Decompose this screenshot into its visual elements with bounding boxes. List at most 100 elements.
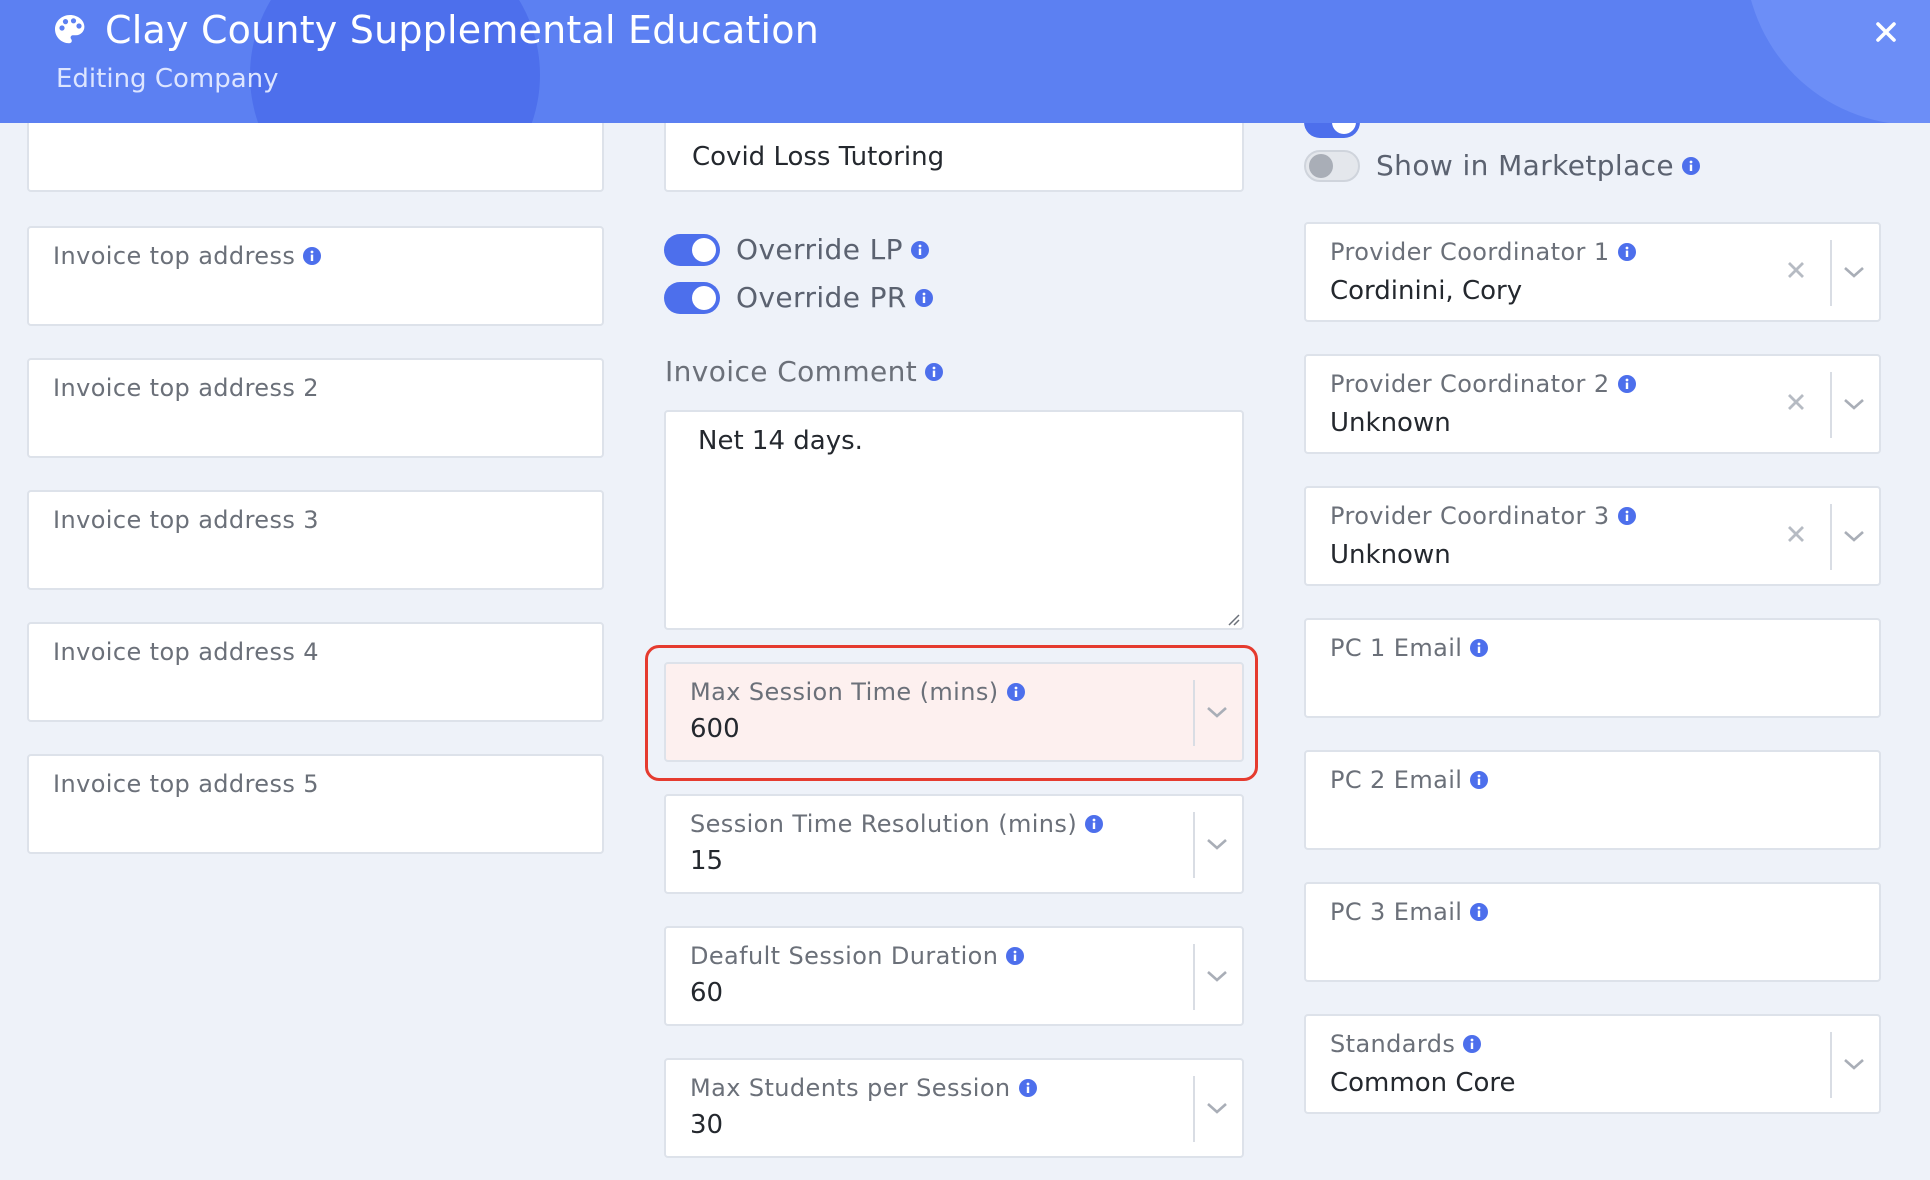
chevron-down-icon[interactable] (1841, 1054, 1867, 1074)
field-label-text: Deafult Session Duration (690, 942, 999, 970)
field-label: Invoice top address 4 (53, 638, 319, 666)
field-label: Provider Coordinator 2 (1330, 370, 1636, 398)
field-value: Unknown (1330, 540, 1451, 570)
toggle-label-text: Override PR (736, 281, 907, 314)
info-icon[interactable] (1463, 1035, 1482, 1053)
invoice-comment-textarea[interactable]: Net 14 days. (664, 410, 1244, 630)
field-label: PC 2 Email (1330, 766, 1489, 794)
session-time-resolution-select[interactable]: Session Time Resolution (mins) 15 (664, 794, 1244, 894)
chevron-down-icon[interactable] (1204, 834, 1230, 854)
field-label: Invoice top address 3 (53, 506, 319, 534)
invoice-comment-value: Net 14 days. (698, 426, 863, 456)
clear-icon[interactable] (1784, 522, 1808, 546)
info-icon[interactable] (1470, 639, 1489, 657)
field-value: Unknown (1330, 408, 1451, 438)
pc3-email-field[interactable]: PC 3 Email (1304, 882, 1881, 982)
invoice-comment-label-text: Invoice Comment (665, 355, 918, 388)
max-students-per-session-select[interactable]: Max Students per Session 30 (664, 1058, 1244, 1158)
invoice-top-address-4-field[interactable]: Invoice top address 4 (27, 622, 604, 722)
dropdown-separator (1830, 372, 1832, 438)
standards-select[interactable]: Standards Common Core (1304, 1014, 1881, 1114)
info-icon[interactable] (1617, 375, 1636, 393)
field-label: PC 1 Email (1330, 634, 1489, 662)
invoice-comment-label: Invoice Comment (665, 355, 944, 388)
show-in-marketplace-toggle[interactable] (1304, 149, 1360, 182)
field-label-text: Invoice top address 3 (53, 506, 319, 534)
clear-icon[interactable] (1784, 258, 1808, 282)
provider-coordinator-2-select[interactable]: Provider Coordinator 2 Unknown (1304, 354, 1881, 454)
field-label-text: Max Students per Session (690, 1074, 1011, 1102)
invoice-top-address-5-field[interactable]: Invoice top address 5 (27, 754, 604, 854)
dropdown-separator (1830, 1032, 1832, 1098)
invoice-top-address-3-field[interactable]: Invoice top address 3 (27, 490, 604, 590)
field-label: Max Students per Session (690, 1074, 1037, 1102)
field-label: Standards (1330, 1030, 1482, 1058)
toggle-knob (692, 237, 716, 262)
title-row: Clay County Supplemental Education (53, 8, 819, 52)
toggle-label: Show in Marketplace (1376, 149, 1701, 182)
info-icon[interactable] (1617, 243, 1636, 261)
field-label-text: Session Time Resolution (mins) (690, 810, 1078, 838)
info-icon[interactable] (1470, 903, 1489, 921)
modal-header: Clay County Supplemental Education Editi… (0, 0, 1930, 123)
field-value: Common Core (1330, 1068, 1516, 1098)
override-pr-toggle[interactable] (664, 281, 720, 314)
override-pr-row: Override PR (664, 281, 933, 314)
pc2-email-field[interactable]: PC 2 Email (1304, 750, 1881, 850)
toggle-knob (692, 285, 716, 310)
field-label: Provider Coordinator 3 (1330, 502, 1636, 530)
field-label: PC 3 Email (1330, 898, 1489, 926)
field-label: Invoice top address (53, 242, 322, 270)
info-icon[interactable] (910, 240, 929, 259)
info-icon[interactable] (914, 288, 933, 307)
field-label: Invoice top address 2 (53, 374, 319, 402)
dropdown-separator (1830, 504, 1832, 570)
info-icon[interactable] (1470, 771, 1489, 789)
provider-coordinator-3-select[interactable]: Provider Coordinator 3 Unknown (1304, 486, 1881, 586)
info-icon[interactable] (1085, 815, 1104, 833)
field-label-text: PC 3 Email (1330, 898, 1463, 926)
field-label: Provider Coordinator 1 (1330, 238, 1636, 266)
pc1-email-field[interactable]: PC 1 Email (1304, 618, 1881, 718)
info-icon[interactable] (303, 247, 322, 265)
field-value: 60 (690, 978, 724, 1008)
close-icon[interactable] (1868, 14, 1904, 50)
dropdown-separator (1193, 944, 1195, 1010)
info-icon[interactable] (1682, 156, 1701, 175)
modal-title: Clay County Supplemental Education (105, 8, 820, 52)
resize-handle-icon[interactable] (1224, 610, 1240, 626)
info-icon[interactable] (1006, 947, 1025, 965)
field-value: Cordinini, Cory (1330, 276, 1523, 306)
info-icon[interactable] (1617, 507, 1636, 525)
dropdown-separator (1830, 240, 1832, 306)
chevron-down-icon[interactable] (1204, 966, 1230, 986)
modal-subtitle: Editing Company (56, 64, 279, 94)
chevron-down-icon[interactable] (1841, 394, 1867, 414)
field-label-text: PC 1 Email (1330, 634, 1463, 662)
field-label: Session Time Resolution (mins) (690, 810, 1104, 838)
info-icon[interactable] (1018, 1079, 1037, 1097)
highlight-outline (645, 645, 1258, 781)
chevron-down-icon[interactable] (1841, 262, 1867, 282)
field-value: 30 (690, 1110, 724, 1140)
show-in-marketplace-row: Show in Marketplace (1304, 149, 1701, 182)
clear-icon[interactable] (1784, 390, 1808, 414)
toggle-label: Override PR (736, 281, 933, 314)
override-lp-toggle[interactable] (664, 233, 720, 266)
field-label-text: Invoice top address 2 (53, 374, 319, 402)
field-value: 15 (690, 846, 724, 876)
dropdown-separator (1193, 1076, 1195, 1142)
field-value: Covid Loss Tutoring (692, 142, 945, 172)
override-lp-row: Override LP (664, 233, 929, 266)
toggle-knob (1309, 153, 1333, 178)
chevron-down-icon[interactable] (1204, 1098, 1230, 1118)
invoice-top-address-2-field[interactable]: Invoice top address 2 (27, 358, 604, 458)
default-session-duration-select[interactable]: Deafult Session Duration 60 (664, 926, 1244, 1026)
invoice-top-address-field[interactable]: Invoice top address (27, 226, 604, 326)
field-label: Deafult Session Duration (690, 942, 1025, 970)
field-label: Invoice top address 5 (53, 770, 319, 798)
chevron-down-icon[interactable] (1841, 526, 1867, 546)
provider-coordinator-1-select[interactable]: Provider Coordinator 1 Cordinini, Cory (1304, 222, 1881, 322)
palette-icon (55, 15, 85, 44)
info-icon[interactable] (925, 362, 944, 381)
